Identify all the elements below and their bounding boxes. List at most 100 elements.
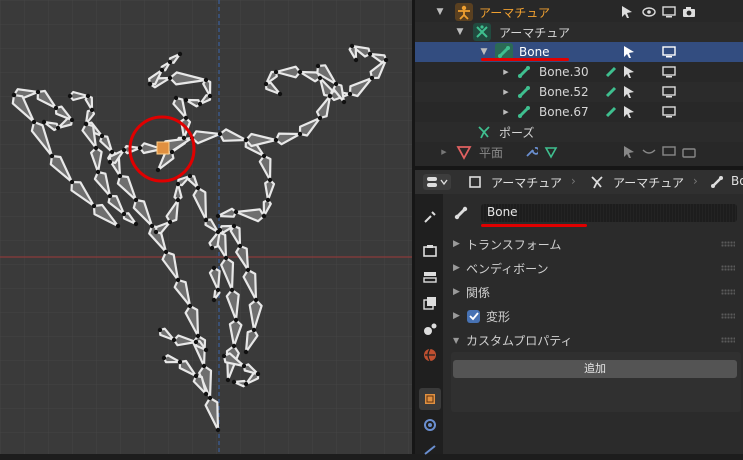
select-arrow-icon[interactable] [621,84,637,100]
monitor-icon[interactable] [661,84,677,100]
panel-transform[interactable]: ▶ トランスフォーム [451,234,741,254]
viewport-canvas[interactable] [0,0,412,454]
add-property-button[interactable]: 追加 [453,360,737,378]
view-layer-icon[interactable] [419,292,441,314]
panel-relations[interactable]: ▶ 関係 [451,282,741,302]
eye-icon[interactable] [641,144,657,160]
bone-joint [349,43,355,49]
bone-joint [183,115,189,121]
3d-viewport[interactable] [0,0,412,454]
bone-joint [169,149,175,155]
bone-joint [115,223,121,229]
expand-triangle-icon[interactable]: ▶ [439,148,449,156]
outliner[interactable]: ▼ アーマチュア ▼ アーマチュア ▼ Bone ▶ Bone.30 ▶ Bon… [415,0,743,166]
select-arrow-icon[interactable] [621,44,637,60]
expand-triangle-icon[interactable]: ▶ [501,88,511,96]
bone-joint [153,229,159,235]
deform-checkbox[interactable] [467,309,480,323]
outliner-row-mesh[interactable]: ▶ 平面 [415,142,743,162]
bone-joint [109,149,115,155]
bone-joint [333,81,339,87]
bone-joint [187,303,193,309]
bone-joint [341,99,347,105]
bone-joint [225,377,231,383]
drag-handle-icon[interactable] [721,241,735,247]
drag-handle-icon[interactable] [721,313,735,319]
bone-joint [67,93,73,99]
render-icon[interactable] [419,240,441,262]
bone-joint [167,59,173,65]
bone-constraint-icon[interactable] [603,104,619,120]
tool-settings-icon[interactable] [419,206,441,228]
properties-editor-icon [427,177,448,187]
monitor-icon[interactable] [661,44,677,60]
expand-triangle-icon[interactable]: ▶ [453,287,460,297]
bone-joint [215,287,221,293]
monitor-icon[interactable] [661,104,677,120]
collapse-triangle-icon[interactable]: ▼ [453,336,459,345]
camera-icon[interactable] [681,4,697,20]
expand-triangle-icon[interactable]: ▶ [501,108,511,116]
outliner-row-armature-object[interactable]: ▼ アーマチュア [415,2,743,22]
bone-joint [353,57,359,63]
panel-deform[interactable]: ▶ 変形 [451,306,741,326]
bone-joint [215,427,221,433]
bone-joint [193,339,199,345]
bone-joint [261,153,267,159]
bone-joint [121,211,127,217]
collapse-triangle-icon[interactable]: ▼ [479,47,489,57]
bone-joint [251,327,257,333]
drag-handle-icon[interactable] [721,289,735,295]
particles-icon[interactable] [419,438,441,460]
object-properties-icon[interactable] [419,388,441,410]
bone-joint [89,107,95,113]
bone-properties-panel: Bone ▶ トランスフォーム ▶ ベンディボーン ▶ 関係 ▶ 変形 ▼ カス… [443,194,743,454]
modifier-wrench-icon[interactable] [523,144,539,160]
bone-joint [261,213,267,219]
select-arrow-icon[interactable] [619,4,635,20]
outliner-row-bone[interactable]: ▼ Bone [415,42,743,62]
panel-label: 変形 [486,309,511,324]
outliner-row-bone-52[interactable]: ▶ Bone.52 [415,82,743,102]
select-arrow-icon[interactable] [621,144,637,160]
bone-joint [263,81,269,87]
expand-triangle-icon[interactable]: ▶ [501,68,511,76]
bone-name-field[interactable]: Bone [481,204,737,222]
output-icon[interactable] [419,266,441,288]
eye-icon[interactable] [641,4,657,20]
expand-triangle-icon[interactable]: ▶ [453,263,460,273]
select-arrow-icon[interactable] [621,104,637,120]
outliner-row-bone-67[interactable]: ▶ Bone.67 [415,102,743,122]
expand-triangle-icon[interactable]: ▶ [453,239,460,249]
drag-handle-icon[interactable] [721,265,735,271]
drag-handle-icon[interactable] [721,337,735,343]
bone-joint [161,355,167,361]
bone-joint [207,395,213,401]
camera-icon[interactable] [681,144,697,160]
monitor-icon[interactable] [661,4,677,20]
outliner-row-bone-30[interactable]: ▶ Bone.30 [415,62,743,82]
bone-joint [221,353,227,359]
expand-triangle-icon[interactable]: ▶ [453,311,460,321]
bone-constraint-icon[interactable] [603,84,619,100]
bone-joint [195,185,201,191]
outliner-row-pose[interactable]: ポーズ [415,122,743,142]
panel-custom-properties[interactable]: ▼ カスタムプロパティ [451,330,741,350]
collapse-triangle-icon[interactable]: ▼ [435,7,445,17]
monitor-icon[interactable] [661,64,677,80]
properties-tab-bar[interactable] [415,194,443,455]
world-icon[interactable] [419,344,441,366]
select-arrow-icon[interactable] [621,64,637,80]
outliner-row-armature-data[interactable]: ▼ アーマチュア [415,22,743,42]
collapse-triangle-icon[interactable]: ▼ [455,27,465,37]
mesh-data-icon[interactable] [543,144,559,160]
panel-bendy-bones[interactable]: ▶ ベンディボーン [451,258,741,278]
modifier-icon[interactable] [419,414,441,436]
scene-icon[interactable] [419,318,441,340]
editor-type-dropdown[interactable] [423,174,451,190]
bone-constraint-icon[interactable] [603,64,619,80]
selected-bone-head[interactable] [156,141,170,155]
bone-icon [515,103,533,121]
properties-editor[interactable]: アーマチュア › アーマチュア › Bo Bone ▶ トランスフォーム ▶ ベ… [415,170,743,455]
monitor-icon[interactable] [661,144,677,160]
